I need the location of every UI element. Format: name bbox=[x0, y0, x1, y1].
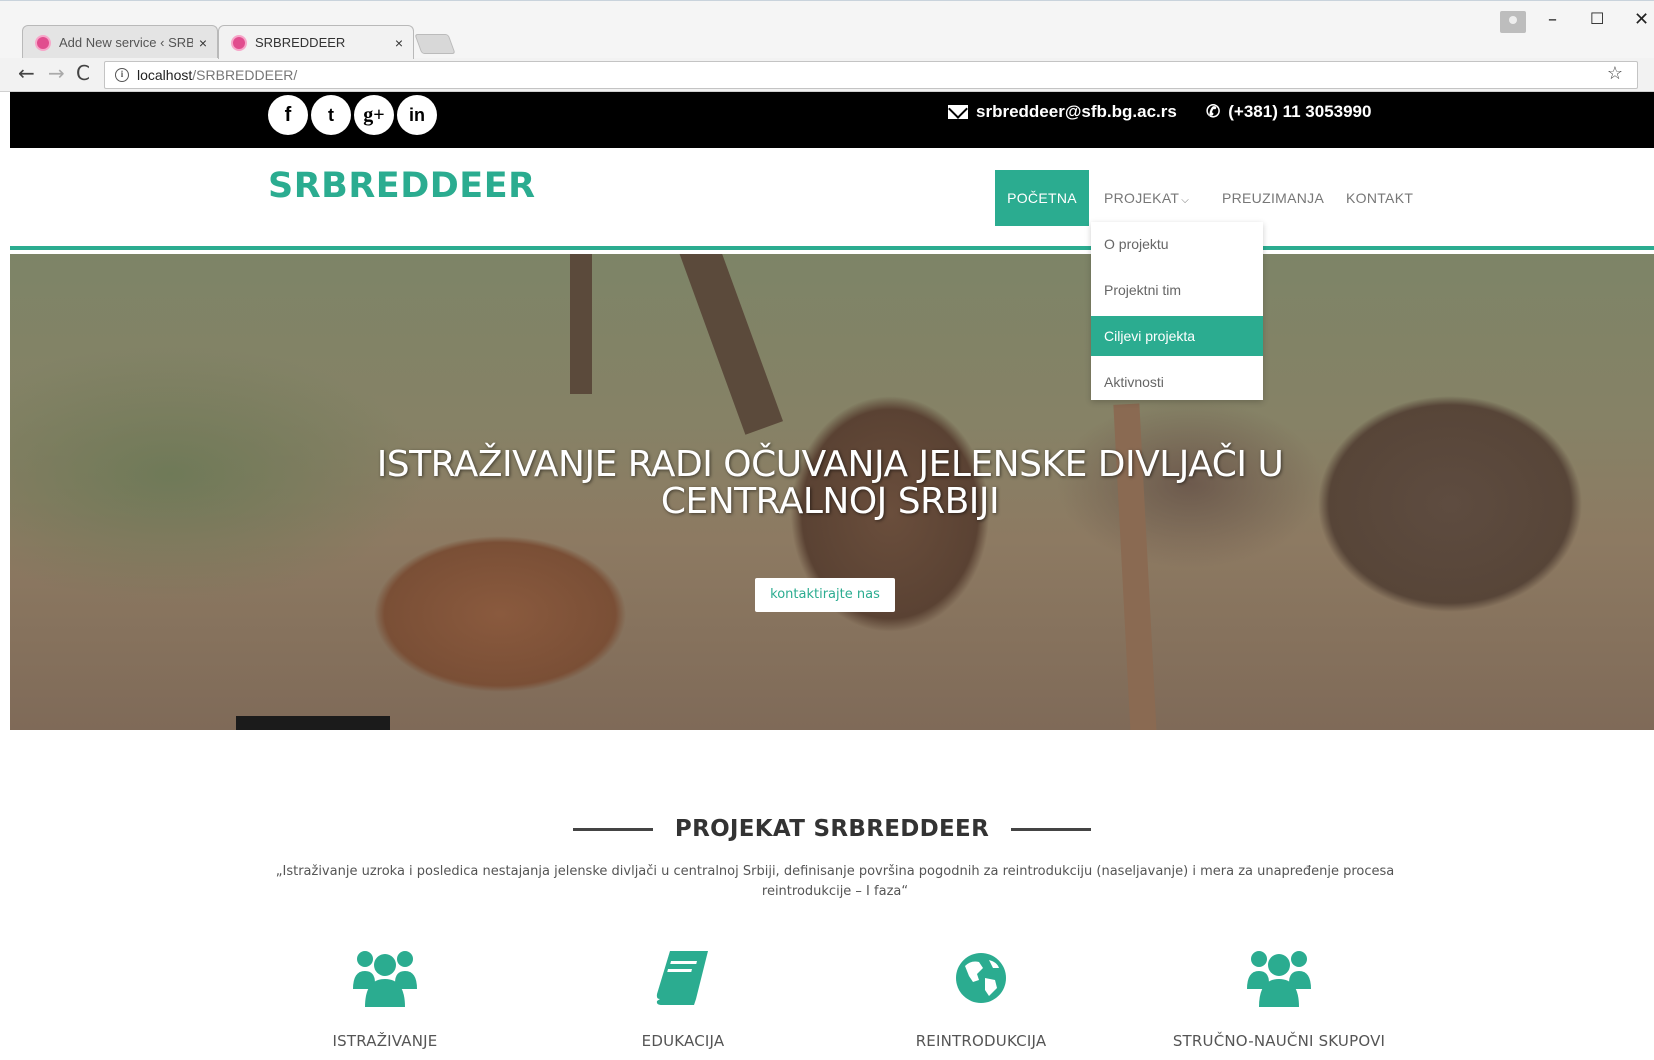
section-title: PROJEKAT SRBREDDEER bbox=[674, 816, 990, 842]
site-favicon-icon bbox=[231, 34, 247, 51]
twitter-icon[interactable]: t bbox=[311, 95, 351, 135]
new-tab-button[interactable] bbox=[414, 34, 456, 54]
book-icon bbox=[538, 942, 828, 1014]
feature-label: STRUČNO-NAUČNI SKUPOVI bbox=[1172, 1032, 1386, 1050]
menu-item-aktivnosti[interactable]: Aktivnosti bbox=[1091, 362, 1263, 402]
reload-icon[interactable]: C bbox=[76, 61, 90, 85]
nav-item-preuzimanja[interactable]: PREUZIMANJA bbox=[1222, 170, 1324, 226]
tab-label: Add New service ‹ SRBREDDEER bbox=[59, 35, 193, 50]
feature-istrazivanje[interactable]: ISTRAŽIVANJE bbox=[240, 942, 530, 1050]
phone-text: (+381) 11 3053990 bbox=[1228, 102, 1372, 121]
bookmark-star-icon[interactable]: ☆ bbox=[1607, 63, 1623, 84]
back-arrow-icon[interactable]: ← bbox=[18, 61, 35, 85]
globe-icon bbox=[836, 942, 1126, 1014]
site-favicon-icon bbox=[35, 34, 51, 51]
feature-reintrodukcija[interactable]: REINTRODUKCIJA bbox=[836, 942, 1126, 1050]
tab-strip: Add New service ‹ SRBREDDEER × SRBREDDEE… bbox=[0, 0, 1654, 59]
contact-email[interactable]: srbreddeer@sfb.bg.ac.rs bbox=[948, 102, 1177, 122]
menu-item-projektni-tim[interactable]: Projektni tim bbox=[1091, 270, 1263, 310]
contact-topbar: f t g+ in srbreddeer@sfb.bg.ac.rs ✆ (+38… bbox=[10, 92, 1654, 148]
profile-icon[interactable] bbox=[1500, 11, 1526, 33]
tree-trunk bbox=[570, 254, 592, 394]
email-text: srbreddeer@sfb.bg.ac.rs bbox=[976, 102, 1177, 121]
nav-item-pocetna[interactable]: POČETNA bbox=[995, 170, 1089, 226]
address-bar[interactable]: i localhost/SRBREDDEER/ ☆ bbox=[104, 61, 1638, 89]
tab-add-new-service[interactable]: Add New service ‹ SRBREDDEER × bbox=[22, 25, 218, 59]
browser-window: Add New service ‹ SRBREDDEER × SRBREDDEE… bbox=[0, 0, 1654, 1060]
url-host: localhost bbox=[137, 67, 193, 83]
nav-item-kontakt[interactable]: KONTAKT bbox=[1346, 170, 1413, 226]
feature-label: EDUKACIJA bbox=[641, 1032, 725, 1050]
phone-icon: ✆ bbox=[1206, 102, 1221, 121]
minimize-icon[interactable]: – bbox=[1548, 9, 1557, 30]
info-icon[interactable]: i bbox=[115, 68, 129, 82]
tab-label: SRBREDDEER bbox=[255, 35, 346, 50]
project-description: „Istraživanje uzroka i posledica nestaja… bbox=[275, 864, 1395, 899]
users-icon bbox=[1134, 942, 1424, 1014]
google-plus-icon[interactable]: g+ bbox=[354, 95, 394, 135]
feature-edukacija[interactable]: EDUKACIJA bbox=[538, 942, 828, 1050]
contact-phone[interactable]: ✆ (+381) 11 3053990 bbox=[1206, 102, 1371, 122]
website-viewport: f t g+ in srbreddeer@sfb.bg.ac.rs ✆ (+38… bbox=[10, 92, 1654, 1060]
url-path: /SRBREDDEER/ bbox=[192, 67, 298, 83]
site-logo[interactable]: SRBREDDEER bbox=[268, 166, 536, 206]
tab-srbreddeer[interactable]: SRBREDDEER × bbox=[218, 25, 414, 59]
hero-title: ISTRAŽIVANJE RADI OČUVANJA JELENSKE DIVL… bbox=[10, 446, 1650, 520]
projekat-dropdown-menu: O projektu Projektni tim Ciljevi projekt… bbox=[1091, 222, 1263, 400]
heading-divider bbox=[1011, 827, 1092, 831]
menu-item-ciljevi-projekta[interactable]: Ciljevi projekta bbox=[1091, 316, 1263, 356]
section-heading: PROJEKAT SRBREDDEER bbox=[10, 816, 1654, 842]
browser-toolbar: ← → C i localhost/SRBREDDEER/ ☆ bbox=[0, 58, 1654, 92]
close-window-icon[interactable]: ✕ bbox=[1634, 9, 1649, 30]
linkedin-icon[interactable]: in bbox=[397, 95, 437, 135]
nav-item-label: PROJEKAT bbox=[1104, 190, 1180, 206]
chevron-down-icon: ⌵ bbox=[1181, 195, 1190, 206]
feature-label: ISTRAŽIVANJE bbox=[332, 1032, 438, 1050]
feature-strucno-naucni-skupovi[interactable]: STRUČNO-NAUČNI SKUPOVI bbox=[1134, 942, 1424, 1050]
nav-item-projekat[interactable]: PROJEKAT ⌵ bbox=[1104, 170, 1189, 226]
contact-us-button[interactable]: kontaktirajte nas bbox=[755, 578, 895, 612]
site-header: SRBREDDEER POČETNA PROJEKAT ⌵ PREUZIMANJA… bbox=[10, 148, 1654, 250]
facebook-icon[interactable]: f bbox=[268, 95, 308, 135]
hero-title-line: CENTRALNOJ SRBIJI bbox=[660, 481, 1000, 522]
tab-close-icon[interactable]: × bbox=[199, 35, 207, 51]
envelope-icon bbox=[948, 105, 968, 119]
hero-title-line: ISTRAŽIVANJE RADI OČUVANJA JELENSKE DIVL… bbox=[376, 444, 1284, 485]
users-icon bbox=[240, 942, 530, 1014]
heading-divider bbox=[572, 827, 653, 831]
forward-arrow-icon[interactable]: → bbox=[48, 61, 65, 85]
tab-close-icon[interactable]: × bbox=[395, 35, 403, 51]
tree-trunk bbox=[677, 254, 783, 435]
maximize-icon[interactable]: ☐ bbox=[1590, 9, 1604, 28]
menu-item-o-projektu[interactable]: O projektu bbox=[1091, 224, 1263, 264]
hero-banner: ISTRAŽIVANJE RADI OČUVANJA JELENSKE DIVL… bbox=[10, 254, 1654, 730]
slider-indicator[interactable] bbox=[236, 716, 390, 730]
feature-label: REINTRODUKCIJA bbox=[915, 1032, 1047, 1050]
